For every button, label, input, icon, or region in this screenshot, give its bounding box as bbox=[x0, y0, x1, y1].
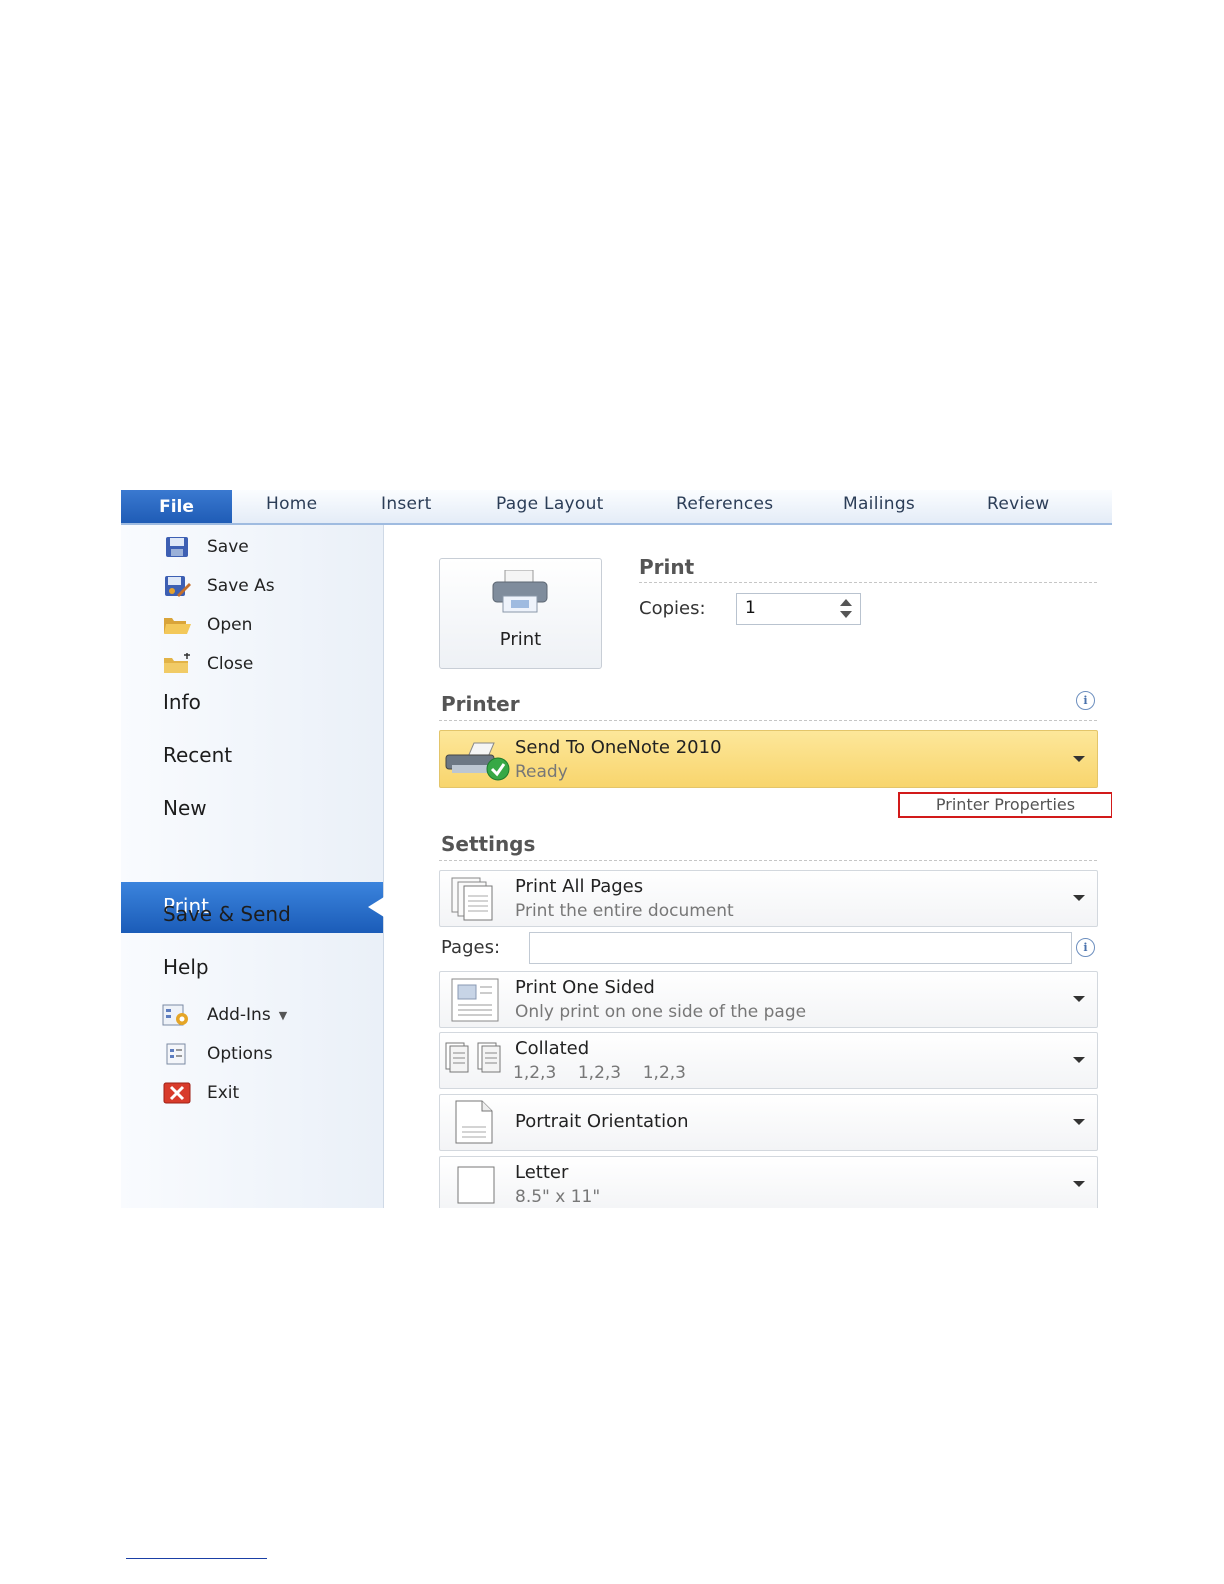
sides-title: Print One Sided bbox=[515, 977, 655, 998]
nav-save[interactable]: Save bbox=[121, 527, 383, 567]
paper-size-dropdown[interactable]: Letter 8.5" x 11" bbox=[439, 1156, 1098, 1208]
chevron-down-icon bbox=[1073, 1119, 1085, 1125]
ribbon-tab-bar: File Home Insert Page Layout References … bbox=[121, 490, 1112, 525]
pages-label: Pages: bbox=[441, 937, 501, 958]
nav-close-label: Close bbox=[207, 654, 254, 674]
backstage-nav: Save Save As Open Close Info Recent New … bbox=[121, 525, 384, 1208]
chevron-down-icon bbox=[1073, 1057, 1085, 1063]
nav-new[interactable]: New bbox=[163, 796, 207, 820]
orientation-dropdown[interactable]: Portrait Orientation bbox=[439, 1094, 1098, 1151]
printer-dropdown[interactable]: Send To OneNote 2010 Ready bbox=[439, 730, 1098, 788]
selection-notch bbox=[368, 897, 384, 917]
nav-add-ins-label: Add-Ins bbox=[207, 1005, 271, 1025]
nav-recent[interactable]: Recent bbox=[163, 743, 232, 767]
footnote-separator bbox=[126, 1558, 267, 1559]
dropdown-arrow-icon: ▼ bbox=[278, 1008, 288, 1022]
nav-close[interactable]: Close bbox=[121, 644, 383, 684]
nav-save-as[interactable]: Save As bbox=[121, 566, 383, 606]
orientation-title: Portrait Orientation bbox=[515, 1111, 689, 1132]
add-ins-icon bbox=[162, 1004, 192, 1026]
chevron-down-icon bbox=[1073, 1181, 1085, 1187]
printer-icon bbox=[491, 569, 549, 618]
nav-options-label: Options bbox=[207, 1044, 273, 1064]
print-range-title: Print All Pages bbox=[515, 876, 644, 897]
pages-input[interactable] bbox=[529, 932, 1072, 964]
divider bbox=[439, 860, 1097, 861]
printer-name: Send To OneNote 2010 bbox=[515, 737, 722, 758]
printer-properties-link[interactable]: Printer Properties bbox=[898, 792, 1112, 818]
tab-review[interactable]: Review bbox=[987, 494, 1049, 514]
nav-exit-label: Exit bbox=[207, 1083, 240, 1103]
print-heading: Print bbox=[639, 555, 695, 579]
collation-dropdown[interactable]: Collated 1,2,3 1,2,3 1,2,3 bbox=[439, 1032, 1098, 1089]
print-button-label: Print bbox=[499, 629, 542, 650]
copies-label: Copies: bbox=[639, 598, 706, 619]
copies-value: 1 bbox=[745, 598, 756, 618]
open-folder-icon bbox=[162, 614, 192, 636]
close-folder-icon bbox=[162, 653, 192, 675]
nav-help[interactable]: Help bbox=[163, 955, 209, 979]
sides-subtitle: Only print on one side of the page bbox=[515, 1002, 807, 1022]
exit-icon bbox=[162, 1082, 192, 1104]
tab-references[interactable]: References bbox=[676, 494, 773, 514]
printer-heading: Printer bbox=[441, 692, 520, 716]
nav-exit[interactable]: Exit bbox=[121, 1073, 383, 1113]
nav-info[interactable]: Info bbox=[163, 690, 201, 714]
one-sided-page-icon bbox=[450, 977, 502, 1027]
nav-options[interactable]: Options bbox=[121, 1034, 383, 1074]
paper-size-subtitle: 8.5" x 11" bbox=[515, 1187, 601, 1207]
info-icon[interactable]: i bbox=[1076, 938, 1095, 957]
options-icon bbox=[162, 1043, 192, 1065]
tab-file[interactable]: File bbox=[121, 490, 232, 523]
printer-status: Ready bbox=[515, 762, 568, 782]
nav-save-label: Save bbox=[207, 537, 249, 557]
chevron-down-icon bbox=[1073, 756, 1085, 762]
print-pane: Print Print Copies: 1 Printer i Send To … bbox=[384, 525, 1112, 1208]
letter-paper-icon bbox=[456, 1165, 496, 1208]
spin-down-icon[interactable] bbox=[840, 611, 852, 618]
nav-save-as-label: Save As bbox=[207, 576, 275, 596]
settings-heading: Settings bbox=[441, 832, 536, 856]
copies-spinner[interactable]: 1 bbox=[736, 593, 861, 625]
print-button[interactable]: Print bbox=[439, 558, 602, 669]
collated-pages-icon bbox=[444, 1041, 512, 1079]
tab-page-layout[interactable]: Page Layout bbox=[496, 494, 604, 514]
save-as-icon bbox=[162, 575, 192, 597]
chevron-down-icon bbox=[1073, 895, 1085, 901]
portrait-page-icon bbox=[454, 1099, 494, 1149]
nav-open[interactable]: Open bbox=[121, 605, 383, 645]
divider bbox=[639, 582, 1097, 583]
tab-mailings[interactable]: Mailings bbox=[843, 494, 915, 514]
tab-home[interactable]: Home bbox=[266, 494, 317, 514]
chevron-down-icon bbox=[1073, 996, 1085, 1002]
nav-open-label: Open bbox=[207, 615, 253, 635]
info-icon[interactable]: i bbox=[1076, 691, 1095, 710]
nav-add-ins[interactable]: Add-Ins ▼ bbox=[121, 995, 383, 1035]
sides-dropdown[interactable]: Print One Sided Only print on one side o… bbox=[439, 971, 1098, 1028]
print-range-dropdown[interactable]: Print All Pages Print the entire documen… bbox=[439, 870, 1098, 927]
nav-save-send[interactable]: Save & Send bbox=[163, 902, 291, 926]
printer-ready-icon bbox=[444, 739, 514, 785]
divider bbox=[439, 720, 1097, 721]
spin-up-icon[interactable] bbox=[840, 599, 852, 606]
print-range-subtitle: Print the entire document bbox=[515, 901, 734, 921]
paper-size-title: Letter bbox=[515, 1162, 569, 1183]
collation-subtitle: 1,2,3 1,2,3 1,2,3 bbox=[513, 1063, 686, 1083]
word-backstage-print-screenshot: File Home Insert Page Layout References … bbox=[121, 490, 1112, 1208]
save-icon bbox=[162, 536, 192, 558]
collation-title: Collated bbox=[515, 1038, 590, 1059]
tab-insert[interactable]: Insert bbox=[381, 494, 432, 514]
pages-stack-icon bbox=[450, 876, 502, 926]
